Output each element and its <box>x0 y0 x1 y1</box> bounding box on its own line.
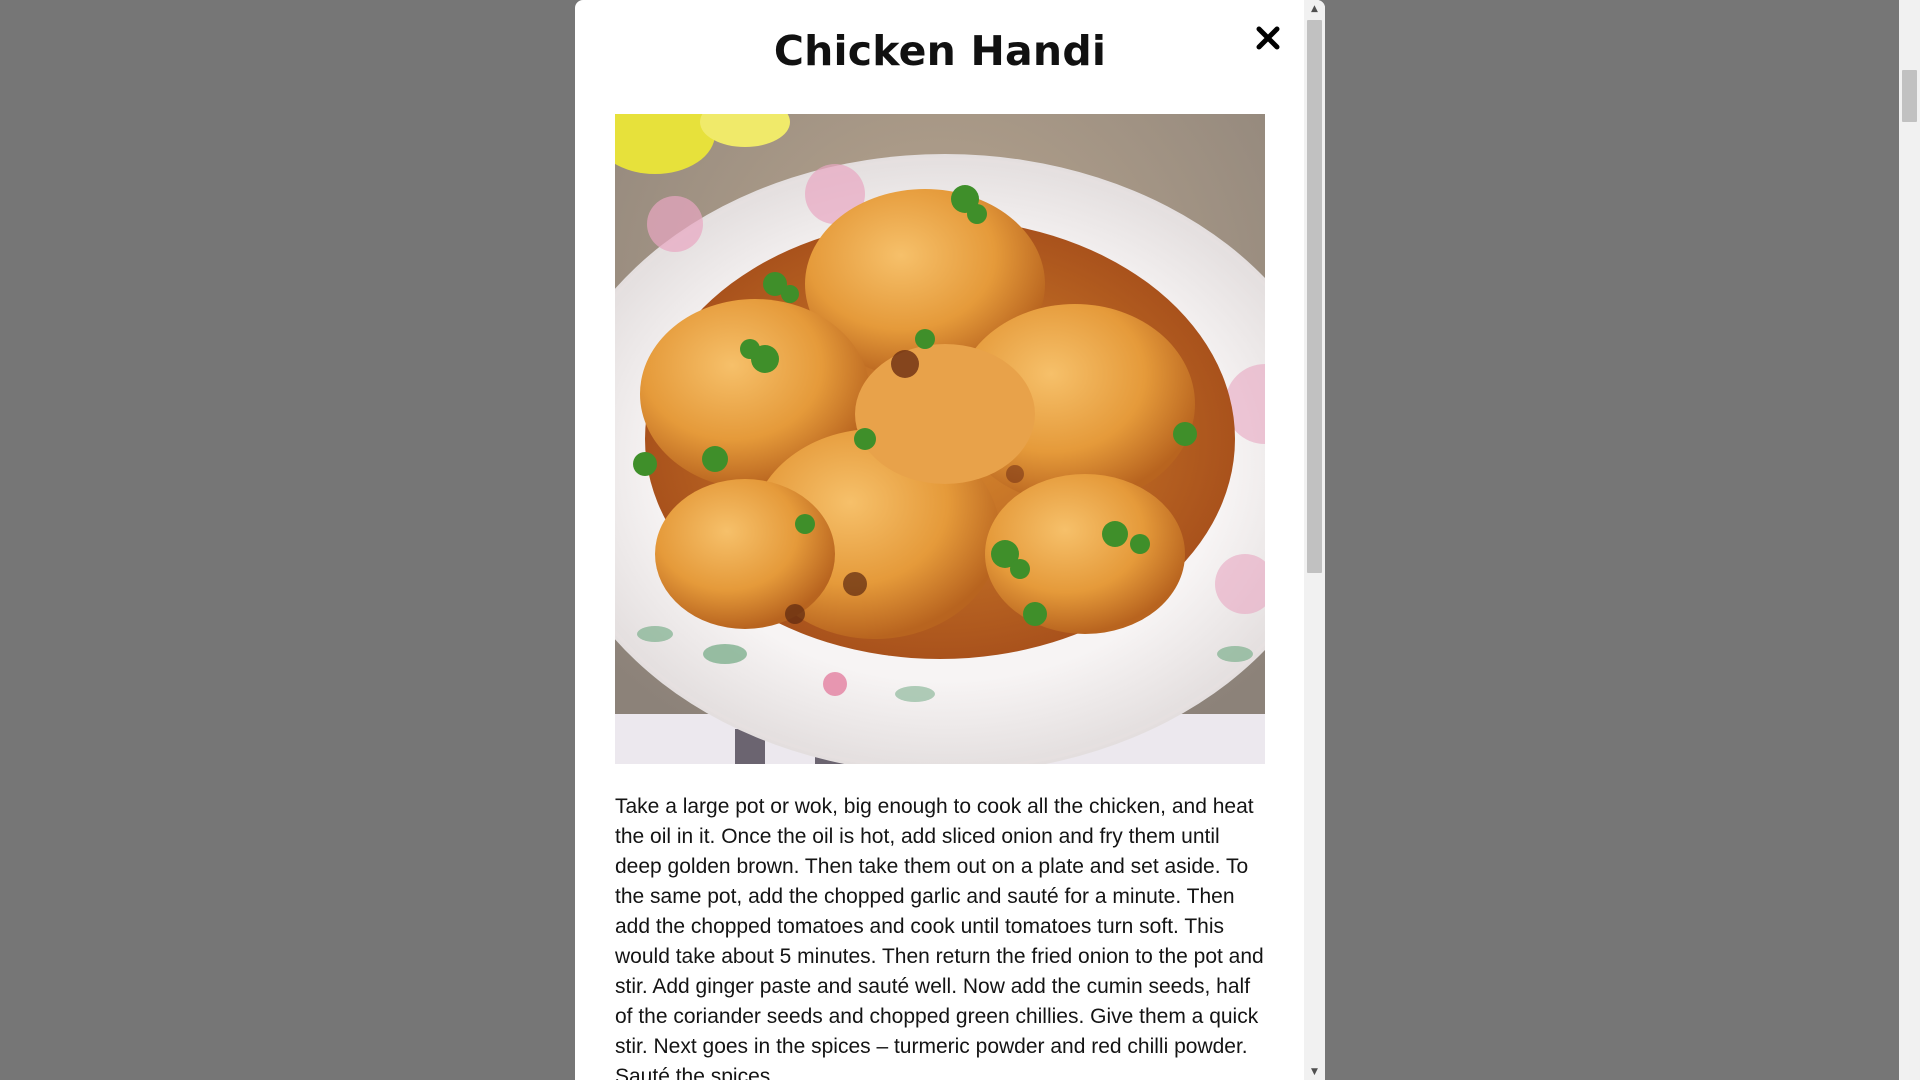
recipe-title: Chicken Handi <box>773 27 1107 75</box>
page-scrollbar-thumb[interactable] <box>1902 70 1917 122</box>
scroll-down-arrow-icon[interactable]: ▼ <box>1304 1063 1325 1080</box>
close-icon <box>1256 26 1280 50</box>
recipe-instructions: Take a large pot or wok, big enough to c… <box>615 795 1264 1080</box>
scroll-up-arrow-icon[interactable]: ▲ <box>1304 0 1325 17</box>
modal-scrollbar-thumb[interactable] <box>1307 20 1322 573</box>
modal-scrollbar[interactable]: ▲ ▼ <box>1304 0 1325 1080</box>
recipe-image <box>615 114 1265 764</box>
page-scrollbar[interactable] <box>1899 0 1920 1080</box>
recipe-photo <box>615 114 1265 764</box>
recipe-modal: Chicken Handi Take a large pot or wok, b… <box>575 0 1325 1080</box>
close-button[interactable] <box>1250 20 1286 56</box>
